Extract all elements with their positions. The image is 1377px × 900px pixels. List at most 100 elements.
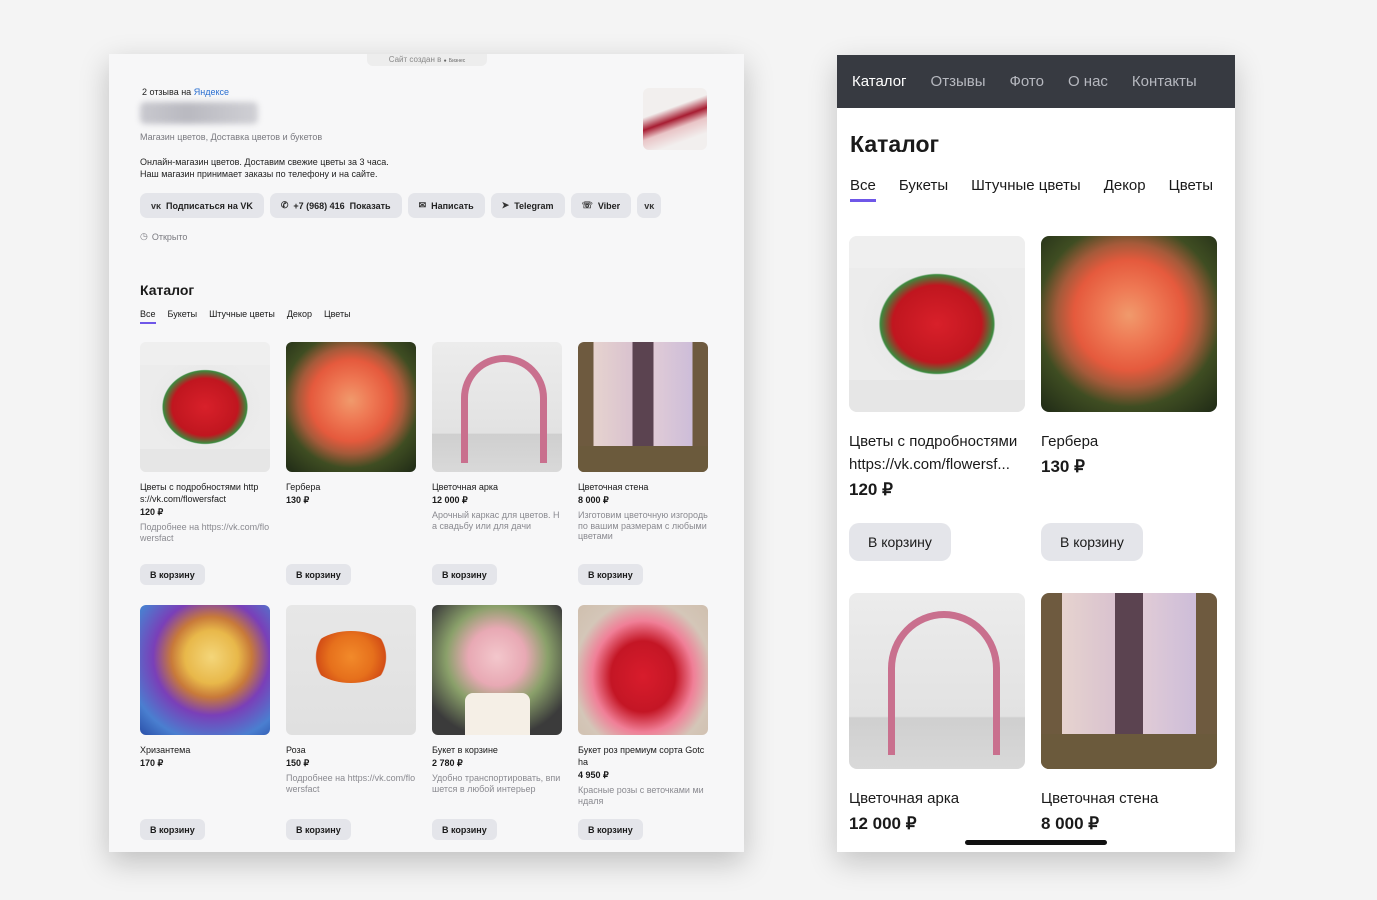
product-image[interactable] [849, 593, 1025, 769]
reviews-link[interactable]: Яндексе [194, 87, 229, 97]
add-to-cart-button[interactable]: В корзину [578, 819, 643, 840]
tab-flowers[interactable]: Цветы [324, 309, 351, 324]
product-description: Удобно транспортировать, впишется в любо… [432, 773, 561, 794]
product-card[interactable]: Цветочная арка 12 000 ₽ Арочный каркас д… [432, 342, 562, 531]
nav-photo[interactable]: Фото [1009, 73, 1043, 90]
write-button[interactable]: ✉ Написать [407, 193, 485, 218]
catalog-title: Каталог [850, 131, 940, 157]
product-card[interactable]: Роза 150 ₽ Подробнее на https://vk.com/f… [286, 605, 416, 794]
product-description: Изготовим цветочную изгородь по вашим ра… [578, 510, 708, 541]
reviews-count: 2 отзыва на Яндексе [142, 87, 229, 97]
product-title: Цветочная арка [849, 790, 960, 807]
product-image[interactable] [286, 342, 416, 472]
add-to-cart-button[interactable]: В корзину [140, 819, 205, 840]
product-card[interactable]: Букет роз премиум сорта Gotcha 4 950 ₽ К… [578, 605, 708, 806]
product-card[interactable]: Букет в корзине 2 780 ₽ Удобно транспорт… [432, 605, 562, 794]
tab-decor[interactable]: Декор [287, 309, 312, 324]
product-card[interactable]: Гербера 130 ₽ [1041, 236, 1217, 477]
add-to-cart-button[interactable]: В корзину [849, 523, 951, 561]
product-title: Цветочная стена [578, 482, 649, 492]
product-card[interactable]: Цветочная стена 8 000 ₽ [1041, 593, 1217, 834]
product-title: Цветочная арка [432, 482, 499, 492]
product-price: 4 950 ₽ [578, 770, 609, 780]
vk-subscribe-button[interactable]: ᴠᴋ Подписаться на VK [140, 193, 264, 218]
product-image[interactable] [432, 342, 562, 472]
add-to-cart-button[interactable]: В корзину [432, 564, 497, 585]
catalog-tabs: Все Букеты Штучные цветы Декор Цветы [850, 177, 1213, 202]
tab-bouquets[interactable]: Букеты [168, 309, 198, 324]
desktop-preview: Сайт создан в ● Бизнес 2 отзыва на Яндек… [109, 54, 744, 852]
shop-category: Магазин цветов, Доставка цветов и букето… [140, 132, 323, 142]
product-price: 130 ₽ [286, 495, 310, 505]
shop-logo-image [643, 88, 707, 150]
product-price: 8 000 ₽ [578, 495, 609, 505]
product-image[interactable] [849, 236, 1025, 412]
product-title: Роза [286, 745, 306, 755]
product-title: Гербера [1041, 433, 1099, 450]
product-price: 12 000 ₽ [432, 495, 468, 505]
product-image[interactable] [578, 605, 708, 735]
product-image[interactable] [578, 342, 708, 472]
add-to-cart-button[interactable]: В корзину [1041, 523, 1143, 561]
product-title: Цветы с подробностями [849, 433, 1018, 450]
clock-icon: ◷ [140, 231, 148, 241]
tab-single-flowers[interactable]: Штучные цветы [971, 177, 1081, 202]
mobile-nav: Каталог Отзывы Фото О нас Контакты [837, 55, 1235, 108]
product-price: 130 ₽ [1041, 457, 1085, 476]
product-card[interactable]: Цветочная арка 12 000 ₽ [849, 593, 1025, 834]
product-image[interactable] [140, 605, 270, 735]
product-title: Букет роз премиум сорта Gotcha [578, 745, 705, 767]
product-description: Подробнее на https://vk.com/flowersfact [286, 773, 416, 794]
created-with-badge[interactable]: Сайт создан в ● Бизнес [367, 54, 487, 66]
product-card[interactable]: Цветы с подробностями https://vk.com/flo… [140, 342, 270, 543]
product-title: Цветы с подробностями https://vk.com/flo… [140, 482, 259, 504]
product-card[interactable]: Гербера 130 ₽ [286, 342, 416, 506]
product-image[interactable] [1041, 236, 1217, 412]
add-to-cart-button[interactable]: В корзину [286, 819, 351, 840]
tab-flowers[interactable]: Цветы [1169, 177, 1213, 202]
product-image[interactable] [140, 342, 270, 472]
product-image[interactable] [286, 605, 416, 735]
vk-icon: ᴠᴋ [644, 200, 655, 211]
product-card[interactable]: Цветы с подробностями https://vk.com/flo… [849, 236, 1025, 500]
mail-icon: ✉ [418, 200, 427, 210]
product-title: Цветочная стена [1041, 790, 1159, 807]
telegram-button[interactable]: ➤ Telegram [490, 193, 565, 218]
product-title: Хризантема [140, 745, 191, 755]
add-to-cart-button[interactable]: В корзину [140, 564, 205, 585]
product-price: 120 ₽ [140, 507, 164, 517]
mobile-preview: Каталог Отзывы Фото О нас Контакты Катал… [837, 55, 1235, 852]
nav-catalog[interactable]: Каталог [852, 73, 907, 90]
home-indicator [965, 840, 1107, 845]
product-card[interactable]: Хризантема 170 ₽ [140, 605, 270, 769]
product-price: 12 000 ₽ [849, 814, 917, 833]
tab-single-flowers[interactable]: Штучные цветы [209, 309, 275, 324]
business-logo-icon: ● [443, 58, 447, 64]
add-to-cart-button[interactable]: В корзину [432, 819, 497, 840]
add-to-cart-button[interactable]: В корзину [578, 564, 643, 585]
tab-bouquets[interactable]: Букеты [899, 177, 948, 202]
viber-button[interactable]: ☏ Viber [570, 193, 632, 218]
nav-about[interactable]: О нас [1068, 73, 1108, 90]
phone-button[interactable]: ✆ +7 (968) 416 Показать [269, 193, 402, 218]
nav-contacts[interactable]: Контакты [1132, 73, 1197, 90]
nav-reviews[interactable]: Отзывы [931, 73, 986, 90]
product-image[interactable] [432, 605, 562, 735]
tab-all[interactable]: Все [850, 177, 876, 202]
product-title: Букет в корзине [432, 745, 498, 755]
product-price: 2 780 ₽ [432, 758, 463, 768]
product-price: 120 ₽ [849, 480, 893, 499]
product-description: Подробнее на https://vk.com/flowersfact [140, 522, 270, 543]
catalog-title: Каталог [140, 282, 195, 298]
tab-decor[interactable]: Декор [1104, 177, 1146, 202]
product-description: Красные розы с веточками миндаля [578, 785, 704, 806]
add-to-cart-button[interactable]: В корзину [286, 564, 351, 585]
telegram-icon: ➤ [501, 200, 510, 210]
catalog-tabs: Все Букеты Штучные цветы Декор Цветы [140, 309, 351, 324]
product-image[interactable] [1041, 593, 1217, 769]
product-price: 8 000 ₽ [1041, 814, 1100, 833]
product-price: 170 ₽ [140, 758, 164, 768]
vk-button[interactable]: ᴠᴋ [637, 193, 662, 218]
tab-all[interactable]: Все [140, 309, 156, 324]
product-card[interactable]: Цветочная стена 8 000 ₽ Изготовим цветоч… [578, 342, 708, 542]
